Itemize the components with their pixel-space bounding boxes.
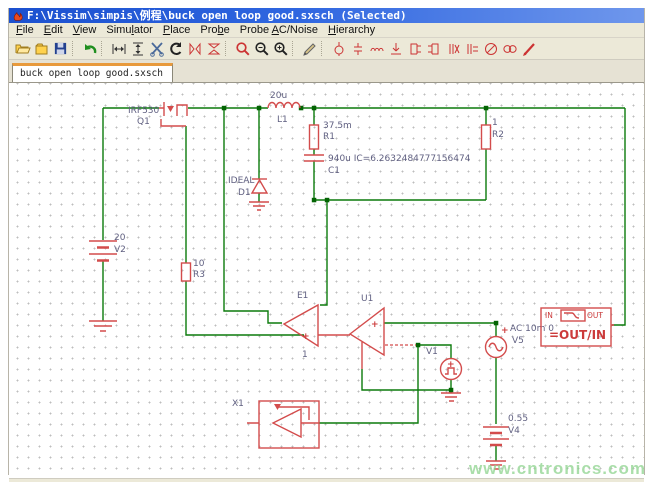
component-r1-resistor[interactable]: 37.5m R1 xyxy=(310,121,352,149)
status-bar xyxy=(9,478,644,482)
l1-value-label[interactable]: 20u xyxy=(270,91,287,101)
v5-plus-mark: + xyxy=(501,326,509,336)
menu-file[interactable]: File xyxy=(11,24,39,36)
r3-value-label[interactable]: 10 xyxy=(193,259,205,269)
toolbar-separator xyxy=(101,41,107,56)
c1-value-label[interactable]: 940u IC=6.2632484777156474 xyxy=(328,154,471,164)
save-icon[interactable] xyxy=(51,40,70,57)
rotate-icon[interactable] xyxy=(166,40,185,57)
e1-value-label[interactable]: 1 xyxy=(302,350,308,360)
r1-ref-label[interactable]: R1 xyxy=(323,132,335,142)
fit-width-icon[interactable] xyxy=(109,40,128,57)
watermark-text: www.cntronics.com xyxy=(468,459,644,478)
probe-formula-label: =OUT/IN xyxy=(549,328,606,342)
screenshot-root: F:\Vissim\simpis\例程\buck open loop good.… xyxy=(0,0,656,482)
voltage-source-icon[interactable] xyxy=(329,40,348,57)
toolbar-separator xyxy=(225,41,231,56)
menu-bar: File Edit View Simulator Place Probe Pro… xyxy=(9,23,644,38)
simetrix-window: F:\Vissim\simpis\例程\buck open loop good.… xyxy=(8,8,645,475)
open-icon[interactable] xyxy=(13,40,32,57)
component-q1-mosfet[interactable]: IRF530 Q1 xyxy=(128,102,187,127)
app-flame-icon xyxy=(12,10,23,21)
component-e1-vcvs[interactable]: + E1 1 xyxy=(284,291,318,360)
toolbar-separator xyxy=(72,41,78,56)
bode-probe-icon[interactable] xyxy=(481,40,500,57)
probe-pencil-icon[interactable] xyxy=(519,40,538,57)
r3-ref-label[interactable]: R3 xyxy=(193,270,205,280)
x1-ref-label[interactable]: X1 xyxy=(232,399,244,409)
v1-plus-mark: + xyxy=(447,360,455,370)
menu-view[interactable]: View xyxy=(68,24,102,36)
logic-gate-icon[interactable] xyxy=(405,40,424,57)
menu-hierarchy[interactable]: Hierarchy xyxy=(323,24,380,36)
tab-strip: buck open loop good.sxsch xyxy=(9,60,644,83)
component-v1-source[interactable]: + V1 xyxy=(426,347,462,401)
e1-ref-label[interactable]: E1 xyxy=(297,291,308,301)
cut-icon[interactable] xyxy=(147,40,166,57)
e1-plus-mark: + xyxy=(302,332,310,342)
v4-value-label[interactable]: 0.55 xyxy=(508,414,528,424)
r1-value-label[interactable]: 37.5m xyxy=(323,121,352,131)
wire-pencil-icon[interactable] xyxy=(300,40,319,57)
v1-ref-label[interactable]: V1 xyxy=(426,347,438,357)
title-bar: F:\Vissim\simpis\例程\buck open loop good.… xyxy=(9,8,644,23)
capacitor-icon[interactable] xyxy=(348,40,367,57)
mirror-horizontal-icon[interactable] xyxy=(204,40,223,57)
inductor-icon[interactable] xyxy=(367,40,386,57)
winding-icon[interactable] xyxy=(462,40,481,57)
menu-edit[interactable]: Edit xyxy=(39,24,68,36)
u1-ref-label[interactable]: U1 xyxy=(361,294,373,304)
pwl-source-icon[interactable] xyxy=(424,40,443,57)
schematic-svg: IRF530 Q1 20u L1 IDEAL D1 37.5m R xyxy=(9,83,644,478)
r2-value-label[interactable]: 1 xyxy=(492,118,498,128)
component-r3-resistor[interactable]: 10 R3 xyxy=(182,259,205,281)
v2-ref-label[interactable]: V2 xyxy=(114,245,126,255)
undo-icon[interactable] xyxy=(80,40,99,57)
menu-probe[interactable]: Probe xyxy=(195,24,234,36)
component-u1-comparator[interactable]: + U1 xyxy=(318,294,416,369)
l1-ref-label[interactable]: L1 xyxy=(277,115,288,125)
d1-value-label[interactable]: IDEAL xyxy=(228,176,254,186)
d1-ref-label[interactable]: D1 xyxy=(238,188,251,198)
u1-plus-mark: + xyxy=(371,320,379,330)
probe-out-label: OUT xyxy=(587,311,603,320)
window-title: F:\Vissim\simpis\例程\buck open loop good.… xyxy=(27,7,407,23)
q1-value-label[interactable]: IRF530 xyxy=(128,106,160,116)
new-schematic-icon[interactable] xyxy=(32,40,51,57)
zoom-area-icon[interactable] xyxy=(233,40,252,57)
component-x1-subcircuit[interactable]: X1 xyxy=(232,399,319,448)
component-l1-inductor[interactable]: 20u L1 xyxy=(268,91,300,125)
v4-ref-label[interactable]: V4 xyxy=(508,426,520,436)
mirror-vertical-icon[interactable] xyxy=(185,40,204,57)
probe-in-label: IN xyxy=(545,311,553,320)
voltage-probe-icon[interactable] xyxy=(386,40,405,57)
component-d1-diode[interactable]: IDEAL D1 xyxy=(228,176,269,210)
component-r2-resistor[interactable]: 1 R2 xyxy=(482,118,504,149)
tab-label: buck open loop good.sxsch xyxy=(20,68,163,79)
coupled-inductor-icon[interactable] xyxy=(500,40,519,57)
v5-ref-label[interactable]: V5 xyxy=(512,336,524,346)
v2-value-label[interactable]: 20 xyxy=(114,233,126,243)
menu-simulator[interactable]: Simulator xyxy=(101,24,157,36)
menu-place[interactable]: Place xyxy=(158,24,196,36)
schematic-canvas[interactable]: IRF530 Q1 20u L1 IDEAL D1 37.5m R xyxy=(9,83,644,478)
r2-ref-label[interactable]: R2 xyxy=(492,130,504,140)
zoom-in-icon[interactable] xyxy=(271,40,290,57)
junction-dots xyxy=(222,106,499,393)
component-c1-capacitor[interactable]: 940u IC=6.2632484777156474 C1 xyxy=(304,154,471,176)
fit-page-icon[interactable] xyxy=(128,40,147,57)
tab-buck-open-loop[interactable]: buck open loop good.sxsch xyxy=(12,63,173,82)
v5-value-label[interactable]: AC 10m 0 xyxy=(510,324,554,334)
toolbar-separator xyxy=(321,41,327,56)
zoom-out-icon[interactable] xyxy=(252,40,271,57)
q1-ref-label[interactable]: Q1 xyxy=(137,117,150,127)
toolbar-separator xyxy=(292,41,298,56)
tool-bar xyxy=(9,38,644,60)
menu-probe-ac-noise[interactable]: Probe AC/Noise xyxy=(235,24,323,36)
component-v2-source[interactable]: 20 V2 xyxy=(89,233,126,331)
transformer-icon[interactable] xyxy=(443,40,462,57)
c1-ref-label[interactable]: C1 xyxy=(328,166,340,176)
